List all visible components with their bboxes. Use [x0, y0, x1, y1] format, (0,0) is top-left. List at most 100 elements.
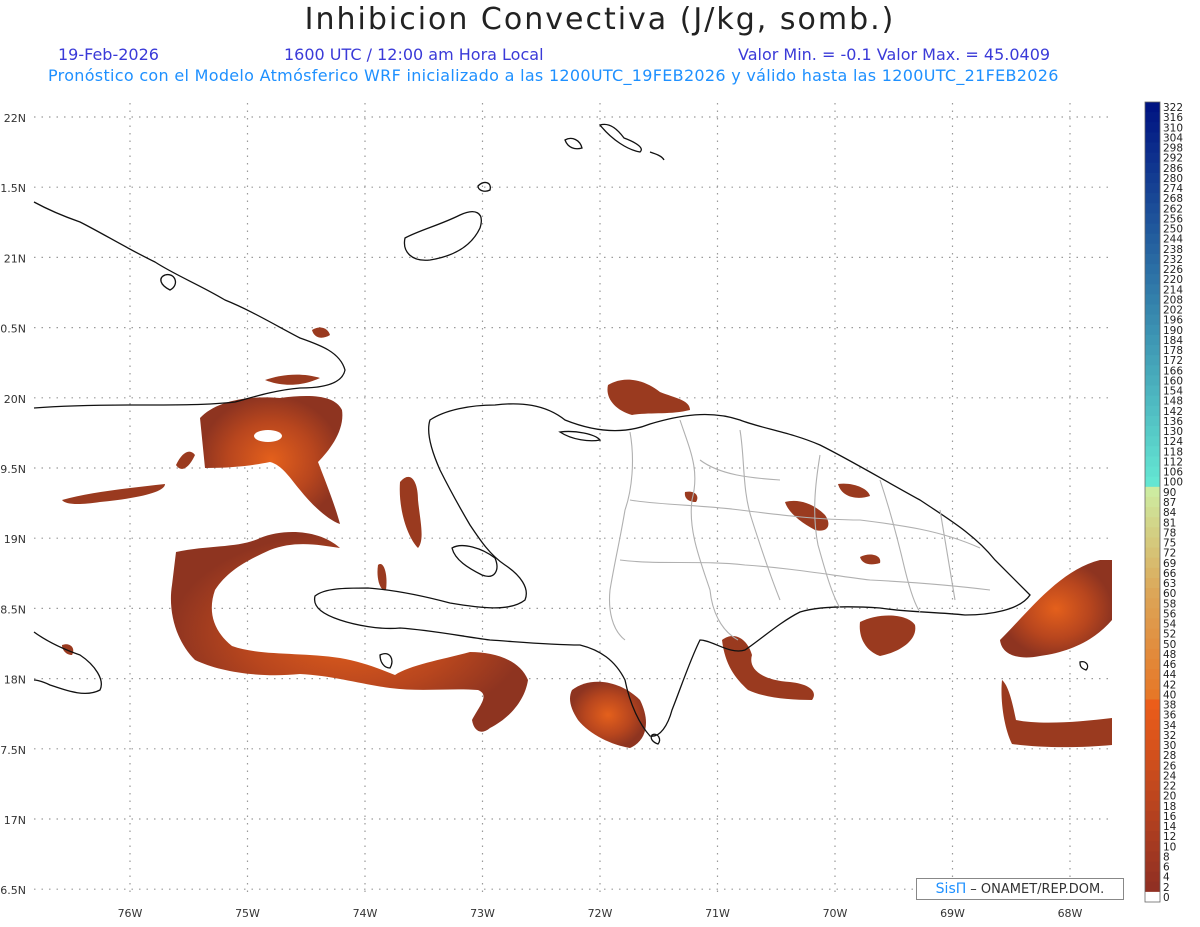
colorbar-swatch: [1145, 243, 1160, 255]
colorbar-swatch: [1145, 264, 1160, 275]
colorbar-swatch: [1145, 395, 1160, 407]
colorbar-swatch: [1145, 274, 1160, 285]
colorbar-swatch: [1145, 891, 1160, 903]
colorbar-swatch: [1145, 284, 1160, 295]
colorbar-swatch: [1145, 304, 1160, 316]
colorbar-swatch: [1145, 324, 1160, 336]
colorbar-swatch: [1145, 203, 1160, 214]
colorbar-swatch: [1145, 638, 1160, 650]
colorbar-swatch: [1145, 689, 1160, 700]
colorbar-swatch: [1145, 102, 1160, 113]
colorbar-swatch: [1145, 132, 1160, 144]
colorbar-swatch: [1145, 588, 1160, 599]
colorbar-swatch: [1145, 851, 1160, 862]
colorbar-swatch: [1145, 385, 1160, 397]
colorbar-swatch: [1145, 253, 1160, 265]
colorbar-swatch: [1145, 456, 1160, 468]
lat-label: 0.5N: [0, 323, 26, 336]
colorbar-swatch: [1145, 294, 1160, 306]
lon-label: 74W: [353, 907, 378, 920]
colorbar-swatch: [1145, 527, 1160, 538]
colorbar-swatch: [1145, 810, 1160, 822]
colorbar-swatch: [1145, 355, 1160, 366]
lon-label: 68W: [1058, 907, 1083, 920]
colorbar-swatch: [1145, 618, 1160, 630]
credit-box: SisΠ – ONAMET/REP.DOM.: [916, 878, 1124, 900]
colorbar-swatch: [1145, 760, 1160, 771]
lat-label: 6.5N: [0, 884, 26, 897]
colorbar-swatch: [1145, 881, 1160, 893]
latitude-labels: 22N 1.5N 21N 0.5N 20N 9.5N 19N 8.5N 18N 7.5N 17N 6.…: [0, 112, 26, 897]
colorbar-swatch: [1145, 679, 1160, 690]
colorbar-swatch: [1145, 112, 1160, 123]
colorbar-swatch: [1145, 365, 1160, 376]
lon-label: 75W: [235, 907, 260, 920]
lat-label: 17N: [4, 814, 26, 827]
colorbar-swatch: [1145, 142, 1160, 154]
lat-label: 9.5N: [0, 463, 26, 476]
colorbar-swatch: [1145, 345, 1160, 356]
lon-label: 71W: [705, 907, 730, 920]
colorbar-swatch: [1145, 608, 1160, 619]
colorbar-swatch: [1145, 517, 1160, 528]
lat-label: 1.5N: [0, 182, 26, 195]
lon-label: 76W: [118, 907, 143, 920]
longitude-labels: 76W 75W 74W 73W 72W 71W 70W 69W 68W: [118, 907, 1083, 920]
colorbar-swatch: [1145, 436, 1160, 447]
colorbar-swatch: [1145, 334, 1160, 346]
lat-label: 18N: [4, 674, 26, 687]
colorbar-swatch: [1145, 537, 1160, 549]
colorbar-swatch: [1145, 426, 1160, 437]
plot-area: [32, 101, 1113, 896]
colorbar-swatch: [1145, 314, 1160, 326]
colorbar-label: 0: [1163, 892, 1170, 904]
colorbar-swatch: [1145, 770, 1160, 781]
lon-label: 70W: [823, 907, 848, 920]
colorbar-swatch: [1145, 172, 1160, 184]
lat-label: 7.5N: [0, 744, 26, 757]
lat-label: 22N: [4, 112, 26, 125]
credit-text: – ONAMET/REP.DOM.: [970, 881, 1105, 897]
colorbar-swatch: [1145, 841, 1160, 852]
colorbar-swatch: [1145, 648, 1160, 660]
colorbar-swatch: [1145, 162, 1160, 174]
colorbar-swatch: [1145, 446, 1160, 457]
colorbar-swatch: [1145, 415, 1160, 427]
colorbar-swatch: [1145, 466, 1160, 478]
colorbar-swatch: [1145, 567, 1160, 579]
colorbar-swatch: [1145, 729, 1160, 741]
colorbar-swatch: [1145, 496, 1160, 508]
lat-label: 19N: [4, 533, 26, 546]
colorbar-swatch: [1145, 871, 1160, 883]
map-canvas: 22N 1.5N 21N 0.5N 20N 9.5N 19N 8.5N 18N 7.5N 17N 6.…: [0, 101, 1183, 920]
brand-label: SisΠ: [935, 881, 967, 897]
colorbar-swatch: [1145, 193, 1160, 204]
colorbar-swatch: [1145, 628, 1160, 640]
colorbar-swatch: [1145, 405, 1160, 417]
lat-label: 8.5N: [0, 603, 26, 616]
lat-label: 21N: [4, 252, 26, 265]
colorbar: 3223163103042982922862802742682622562502…: [1144, 101, 1183, 904]
lat-label: 20N: [4, 393, 26, 406]
colorbar-swatch: [1145, 233, 1160, 245]
colorbar-swatch: [1145, 790, 1160, 802]
colorbar-swatch: [1145, 183, 1160, 194]
colorbar-swatch: [1145, 223, 1160, 235]
colorbar-swatch: [1145, 598, 1160, 609]
colorbar-swatch: [1145, 780, 1160, 792]
lon-label: 73W: [470, 907, 495, 920]
colorbar-swatch: [1145, 699, 1160, 711]
colorbar-swatch: [1145, 658, 1160, 670]
colorbar-swatch: [1145, 486, 1160, 498]
colorbar-swatch: [1145, 820, 1160, 832]
colorbar-swatch: [1145, 739, 1160, 751]
colorbar-swatch: [1145, 719, 1160, 731]
colorbar-swatch: [1145, 750, 1160, 761]
colorbar-swatch: [1145, 476, 1160, 488]
colorbar-swatch: [1145, 577, 1160, 589]
colorbar-swatch: [1145, 557, 1160, 569]
colorbar-swatch: [1145, 861, 1160, 873]
colorbar-swatch: [1145, 375, 1160, 387]
colorbar-swatch: [1145, 152, 1160, 164]
colorbar-swatch: [1145, 669, 1160, 680]
